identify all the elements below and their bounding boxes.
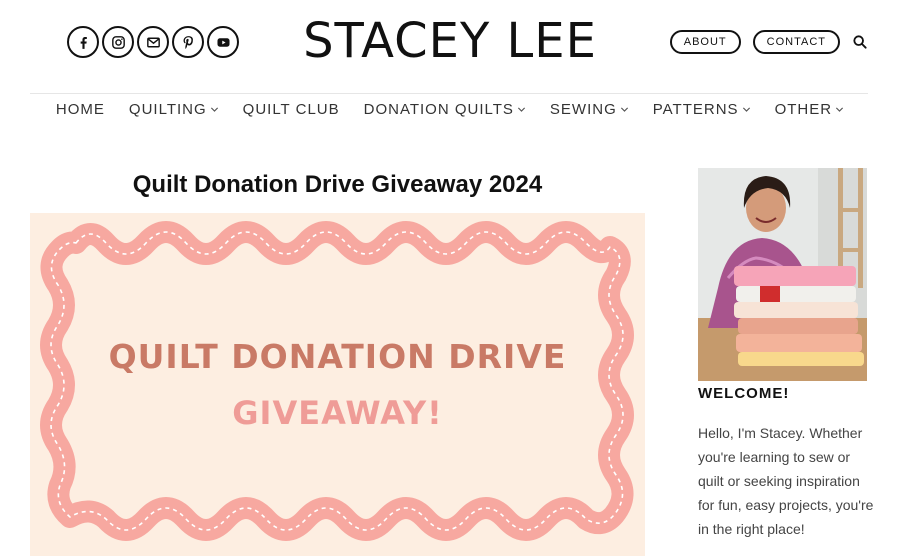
facebook-icon bbox=[80, 36, 87, 49]
nav-item-quilting[interactable]: QUILTING bbox=[129, 101, 219, 118]
hero-heading: QUILT DONATION DRIVE bbox=[108, 337, 567, 376]
pinterest-icon bbox=[183, 35, 193, 49]
chevron-down-icon bbox=[210, 107, 218, 112]
author-photo[interactable] bbox=[698, 168, 867, 381]
nav-item-quilt-club[interactable]: QUILT CLUB bbox=[243, 101, 340, 118]
instagram-link[interactable] bbox=[102, 26, 134, 58]
wavy-frame bbox=[40, 221, 634, 541]
instagram-icon bbox=[111, 35, 125, 49]
main-nav: HOME QUILTING QUILT CLUB DONATION QUILTS… bbox=[0, 101, 900, 118]
pinterest-link[interactable] bbox=[172, 26, 204, 58]
chevron-down-icon bbox=[620, 107, 628, 112]
nav-item-sewing[interactable]: SEWING bbox=[550, 101, 629, 118]
about-button[interactable]: ABOUT bbox=[669, 30, 741, 54]
nav-item-label: HOME bbox=[55, 101, 105, 118]
youtube-link[interactable] bbox=[207, 26, 239, 58]
header-divider bbox=[30, 93, 868, 94]
contact-button[interactable]: CONTACT bbox=[752, 30, 840, 54]
sidebar-intro: Hello, I'm Stacey. Whether you're learni… bbox=[698, 425, 874, 537]
nav-item-home[interactable]: HOME bbox=[56, 101, 105, 118]
facebook-link[interactable] bbox=[67, 26, 99, 58]
social-links bbox=[67, 26, 239, 58]
nav-item-label: OTHER bbox=[774, 101, 833, 118]
nav-item-label: DONATION QUILTS bbox=[363, 101, 514, 118]
author-photo-illustration bbox=[698, 168, 867, 381]
featured-image[interactable]: QUILT DONATION DRIVE GIVEAWAY! bbox=[30, 213, 645, 556]
nav-item-label: QUILTING bbox=[128, 101, 207, 118]
chevron-down-icon bbox=[517, 107, 525, 112]
chevron-down-icon bbox=[835, 107, 844, 112]
post-title[interactable]: Quilt Donation Drive Giveaway 2024 bbox=[30, 171, 645, 199]
chevron-down-icon bbox=[742, 107, 750, 112]
sidebar-heading: WELCOME! bbox=[698, 385, 790, 402]
search-icon[interactable] bbox=[852, 34, 868, 50]
nav-item-patterns[interactable]: PATTERNS bbox=[653, 101, 751, 118]
nav-item-label: PATTERNS bbox=[652, 101, 739, 118]
nav-item-label: QUILT CLUB bbox=[242, 101, 340, 118]
nav-item-label: SEWING bbox=[549, 101, 617, 118]
nav-item-other[interactable]: OTHER bbox=[775, 101, 845, 118]
youtube-icon bbox=[216, 37, 230, 47]
email-icon bbox=[146, 37, 160, 47]
header-actions: ABOUT CONTACT bbox=[669, 30, 868, 54]
site-title[interactable]: STACEY LEE bbox=[303, 13, 597, 69]
nav-item-donation-quilts[interactable]: DONATION QUILTS bbox=[364, 101, 526, 118]
email-link[interactable] bbox=[137, 26, 169, 58]
hero-subheading: GIVEAWAY! bbox=[232, 394, 443, 432]
